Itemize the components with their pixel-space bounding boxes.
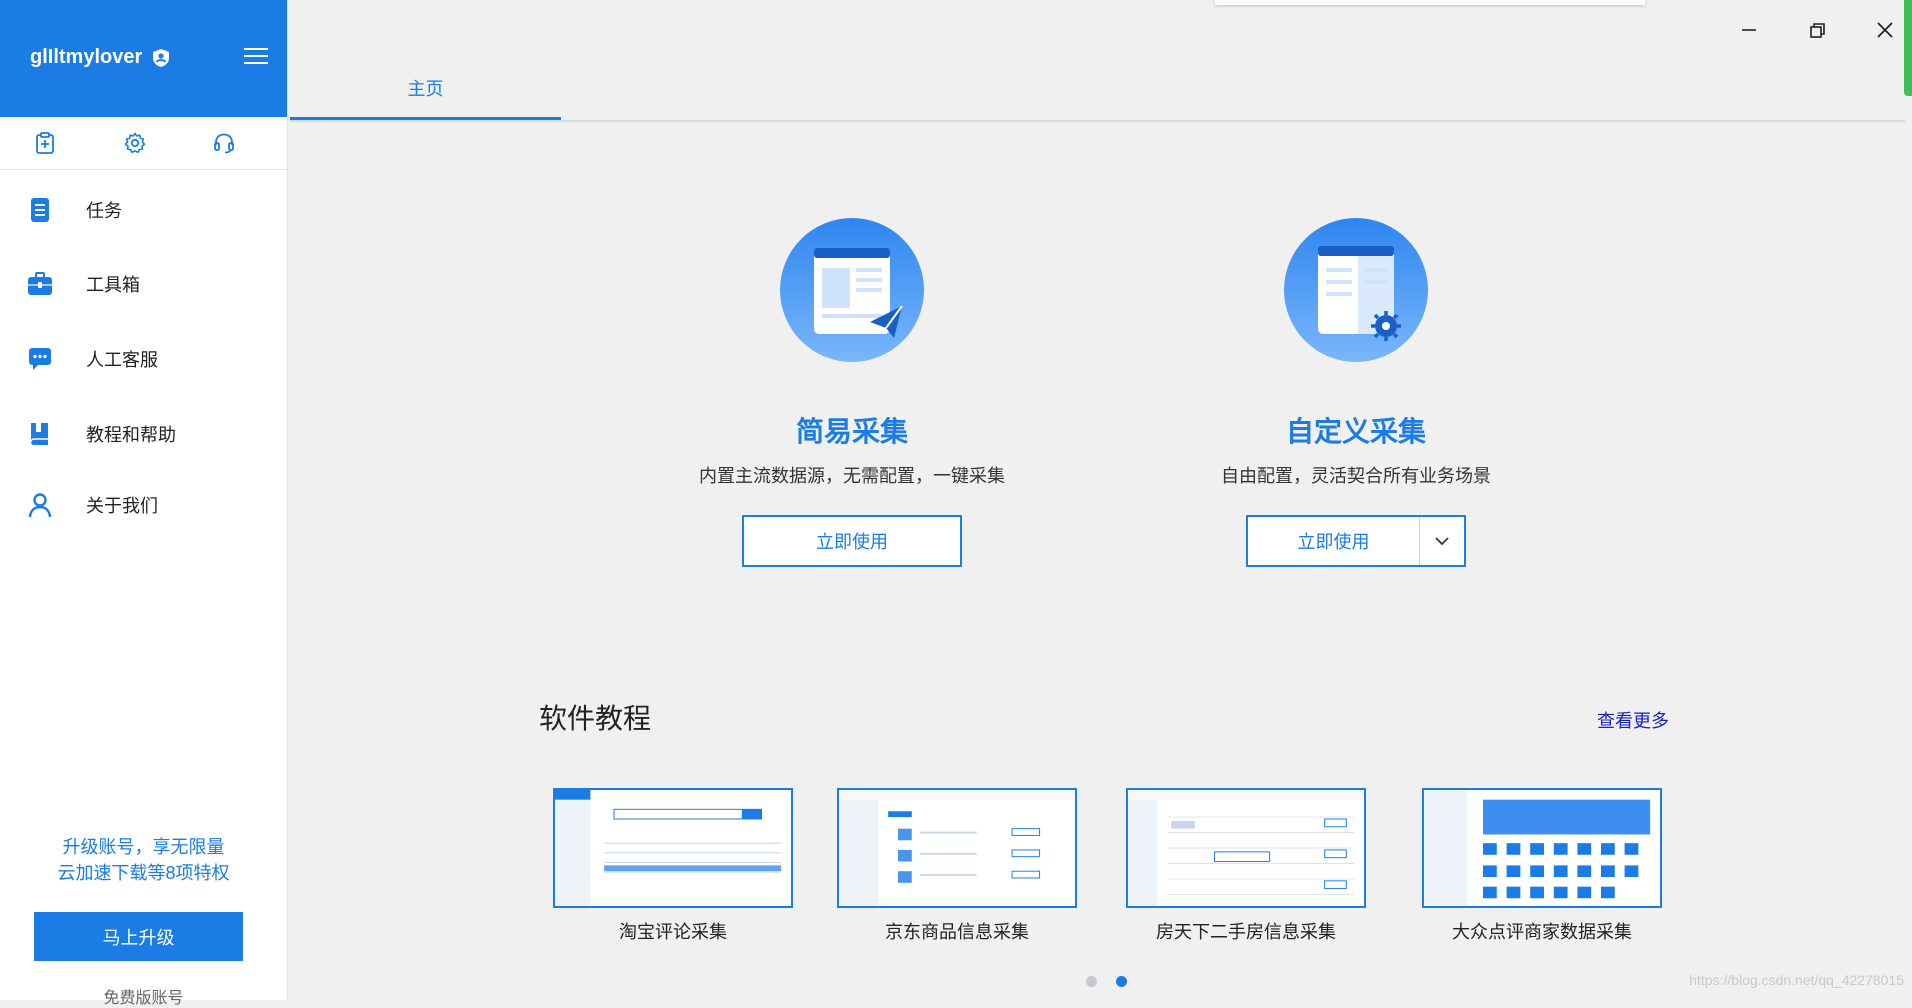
- sidebar-item-tasks[interactable]: 任务: [0, 180, 287, 240]
- sidebar-item-label: 人工客服: [86, 350, 158, 370]
- tutorial-label: 淘宝评论采集: [619, 922, 727, 942]
- tutorial-thumbnail: [553, 788, 793, 908]
- sidebar-item-toolbox[interactable]: 工具箱: [0, 254, 287, 314]
- account-type-label: 免费版账号: [103, 990, 184, 1007]
- task-doc-icon: [31, 198, 49, 222]
- feature-custom-collect: 自定义采集 自由配置，灵活契合所有业务场景: [1156, 218, 1556, 488]
- sidebar-header: glIltmylover: [0, 0, 287, 117]
- promo-line-1: 升级账号，享无限量: [62, 837, 225, 857]
- tutorial-label: 京东商品信息采集: [885, 922, 1029, 942]
- tutorials-title: 软件教程: [539, 703, 652, 734]
- sidebar-item-label: 关于我们: [86, 496, 158, 516]
- feature-title: 简易采集: [795, 416, 908, 447]
- clipboard-plus-icon[interactable]: [33, 131, 57, 155]
- top-popup-edge: [1215, 0, 1645, 5]
- tutorial-thumbnail: [1126, 788, 1366, 908]
- simple-collect-icon: [780, 218, 924, 362]
- carousel-dot-2[interactable]: [1116, 976, 1127, 987]
- username: glIltmylover: [30, 46, 143, 68]
- watermark-text: https://blog.csdn.net/qq_42278015: [1689, 972, 1904, 988]
- tutorial-thumbnail: [1422, 788, 1662, 908]
- simple-collect-use-button[interactable]: 立即使用: [742, 515, 962, 567]
- sidebar-item-about[interactable]: 关于我们: [0, 475, 287, 535]
- shield-user-icon: [153, 48, 170, 67]
- tutorial-label: 大众点评商家数据采集: [1452, 922, 1632, 942]
- chat-bubble-icon: [29, 348, 51, 370]
- feature-simple-collect: 简易采集 内置主流数据源，无需配置，一键采集: [652, 218, 1052, 488]
- sidebar-item-label: 教程和帮助: [86, 425, 176, 445]
- gear-icon[interactable]: [123, 131, 147, 155]
- hamburger-menu-icon[interactable]: [243, 46, 269, 66]
- sidebar: glIltmylover 任务 工具箱 人工客服 教程和帮助 关于我们 升级账号…: [0, 0, 288, 1007]
- sidebar-item-support[interactable]: 人工客服: [0, 329, 287, 389]
- scrollbar-thumb[interactable]: [1904, 0, 1912, 96]
- custom-collect-split-button: 立即使用: [1246, 515, 1466, 567]
- tutorial-card[interactable]: 大众点评商家数据采集: [1422, 788, 1662, 944]
- sidebar-item-help[interactable]: 教程和帮助: [0, 404, 287, 464]
- sidebar-item-label: 任务: [86, 201, 122, 221]
- custom-collect-use-button[interactable]: 立即使用: [1248, 517, 1419, 565]
- tab-home[interactable]: 主页: [290, 70, 561, 120]
- view-more-link[interactable]: 查看更多: [1597, 707, 1669, 733]
- upgrade-button[interactable]: 马上升级: [34, 912, 243, 961]
- feature-description: 内置主流数据源，无需配置，一键采集: [699, 466, 1005, 486]
- upgrade-promo: 升级账号，享无限量 云加速下载等8项特权: [0, 834, 287, 886]
- sidebar-item-label: 工具箱: [86, 275, 140, 295]
- tutorial-card[interactable]: 房天下二手房信息采集: [1126, 788, 1366, 944]
- tutorial-label: 房天下二手房信息采集: [1156, 922, 1336, 942]
- restore-icon[interactable]: [1805, 18, 1829, 42]
- feature-title: 自定义采集: [1285, 416, 1426, 447]
- toolbox-icon: [28, 272, 52, 295]
- headset-icon[interactable]: [212, 131, 236, 155]
- tab-bar: 主页: [290, 70, 1905, 122]
- custom-collect-icon: [1284, 218, 1428, 362]
- tutorial-thumbnail: [837, 788, 1077, 908]
- minimize-icon[interactable]: [1737, 18, 1761, 42]
- tutorial-card[interactable]: 淘宝评论采集: [553, 788, 793, 944]
- custom-collect-dropdown[interactable]: [1419, 517, 1464, 565]
- quick-action-bar: [0, 117, 287, 170]
- promo-line-2: 云加速下载等8项特权: [57, 863, 230, 883]
- feature-description: 自由配置，灵活契合所有业务场景: [1221, 466, 1491, 486]
- user-icon: [28, 493, 52, 518]
- close-icon[interactable]: [1873, 18, 1897, 42]
- carousel-dot-1[interactable]: [1086, 976, 1097, 987]
- user-account[interactable]: glIltmylover: [30, 46, 170, 69]
- tutorial-card[interactable]: 京东商品信息采集: [837, 788, 1077, 944]
- chevron-down-icon: [1435, 537, 1449, 546]
- book-icon: [30, 423, 48, 445]
